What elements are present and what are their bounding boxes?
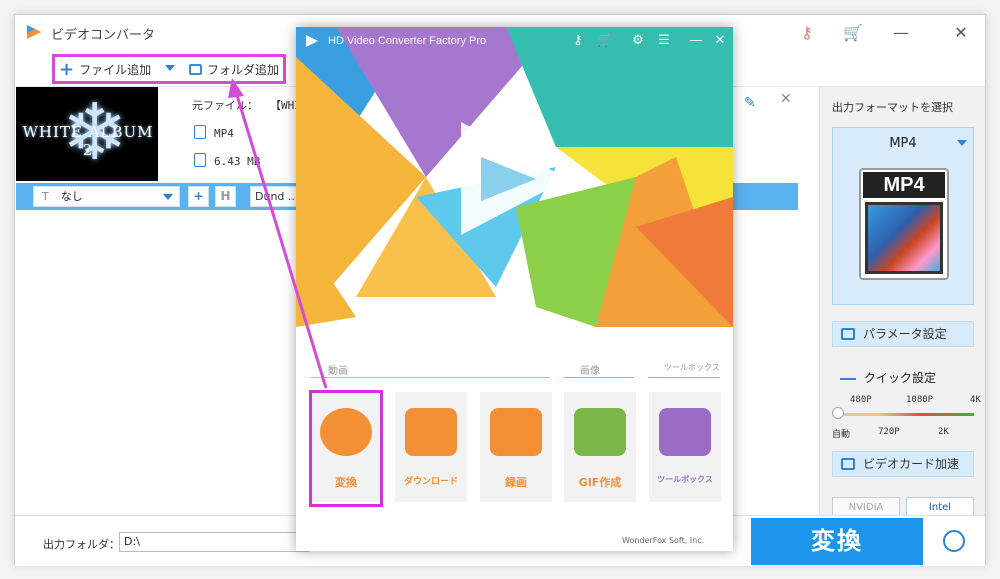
quick-settings-title: クイック設定 bbox=[840, 369, 936, 386]
slider-mini-icon bbox=[840, 377, 856, 380]
tile-gif[interactable]: GIF作成 bbox=[564, 392, 636, 502]
tile-record[interactable]: 録画 bbox=[480, 392, 552, 502]
res-1080p: 1080P bbox=[906, 395, 934, 405]
folder-size-icon bbox=[194, 153, 206, 167]
format-select-title: 出力フォーマットを選択 bbox=[832, 101, 953, 114]
add-folder-button[interactable]: フォルダ追加 bbox=[189, 61, 279, 78]
toolbox-icon bbox=[659, 408, 711, 456]
key-icon[interactable]: ⚷ bbox=[795, 21, 819, 45]
output-folder-label: 出力フォルダ： bbox=[43, 538, 120, 551]
res-2k: 2K bbox=[938, 427, 949, 437]
minimize-icon[interactable]: — bbox=[688, 33, 704, 48]
res-auto: 自動 bbox=[832, 430, 851, 440]
sliders-icon bbox=[841, 328, 855, 340]
key-icon[interactable]: ⚷ bbox=[570, 33, 586, 48]
popup-logo-icon bbox=[306, 35, 318, 47]
menu-icon[interactable]: ☰ bbox=[656, 33, 672, 48]
mp4-format-icon: MP4 bbox=[859, 168, 949, 280]
section-video-line bbox=[310, 377, 550, 378]
quality-slider-handle[interactable] bbox=[832, 407, 844, 419]
output-panel: 出力フォーマットを選択 MP4 MP4 パラメータ設定 クイック設定 480P … bbox=[819, 87, 985, 519]
monitor-icon bbox=[490, 408, 542, 456]
tile-record-label: 録画 bbox=[505, 476, 527, 489]
section-image: 画像 bbox=[580, 366, 600, 377]
quick-settings-label: クイック設定 bbox=[864, 371, 937, 385]
add-subtitle-button[interactable]: + bbox=[188, 186, 209, 207]
format-card[interactable]: MP4 MP4 bbox=[832, 127, 974, 305]
tile-toolbox[interactable]: ツールボックス bbox=[649, 392, 721, 502]
popup-launcher-window: HD Video Converter Factory Pro ⚷ 🛒 ⚙ ☰ —… bbox=[296, 27, 733, 551]
add-file-label: ファイル追加 bbox=[79, 63, 152, 77]
parameter-settings-button[interactable]: パラメータ設定 bbox=[832, 321, 974, 347]
edit-icon[interactable]: ✎ bbox=[744, 95, 756, 111]
popup-banner bbox=[296, 27, 733, 332]
hdr-button[interactable]: H bbox=[215, 186, 236, 207]
subtitle-select[interactable]: T なし bbox=[33, 186, 180, 207]
res-720p: 720P bbox=[878, 427, 900, 437]
section-video: 動画 bbox=[328, 366, 348, 377]
cart-icon[interactable]: 🛒 bbox=[596, 33, 612, 48]
subtitle-icon: T bbox=[42, 190, 49, 203]
convert-highlight-frame bbox=[309, 390, 383, 507]
section-toolbox: ツールボックス bbox=[664, 363, 720, 372]
popup-footer: WonderFox Soft, Inc. bbox=[622, 536, 705, 545]
add-folder-label: フォルダ追加 bbox=[207, 63, 280, 77]
remove-file-icon[interactable]: ✕ bbox=[780, 91, 792, 107]
res-4k: 4K bbox=[970, 395, 981, 405]
close-icon[interactable]: ✕ bbox=[712, 33, 728, 48]
section-image-line bbox=[564, 377, 634, 378]
folder-icon bbox=[189, 64, 202, 75]
convert-button[interactable]: 変換 bbox=[751, 518, 923, 565]
plus-icon: + bbox=[59, 58, 75, 80]
tile-gif-label: GIF作成 bbox=[578, 476, 622, 489]
section-toolbox-line bbox=[648, 377, 720, 378]
balloon-picture bbox=[865, 202, 943, 274]
parameter-settings-label: パラメータ設定 bbox=[863, 327, 947, 341]
tile-download[interactable]: ダウンロード bbox=[395, 392, 467, 502]
chevron-down-icon bbox=[957, 140, 967, 146]
download-icon bbox=[405, 408, 457, 456]
video-format-icon bbox=[194, 125, 206, 139]
res-480p: 480P bbox=[850, 395, 872, 405]
format-name: MP4 bbox=[889, 136, 917, 151]
quality-slider[interactable] bbox=[838, 413, 974, 416]
file-format: MP4 bbox=[214, 127, 234, 140]
add-file-dropdown-icon[interactable] bbox=[165, 65, 175, 71]
gpu-accel-label: ビデオカード加速 bbox=[863, 457, 960, 471]
close-button[interactable]: ✕ bbox=[943, 19, 979, 47]
minimize-button[interactable]: — bbox=[883, 19, 919, 47]
output-folder-input[interactable]: D:\ bbox=[119, 532, 309, 552]
add-file-button[interactable]: + ファイル追加 bbox=[59, 58, 152, 80]
source-label: 元ファイル： bbox=[192, 99, 258, 112]
subtitle-value: なし bbox=[60, 190, 83, 203]
file-size: 6.43 MB bbox=[214, 155, 261, 168]
tile-toolbox-label: ツールボックス bbox=[657, 475, 713, 484]
cart-icon[interactable]: 🛒 bbox=[841, 21, 865, 45]
popup-title: HD Video Converter Factory Pro bbox=[328, 35, 487, 47]
gear-icon[interactable]: ⚙ bbox=[630, 33, 646, 48]
tile-download-label: ダウンロード bbox=[403, 477, 458, 487]
app-title: ビデオコンバータ bbox=[51, 28, 156, 43]
format-image-label: MP4 bbox=[863, 172, 945, 198]
thumbnail-title: WHITE ALBUM 2 bbox=[22, 123, 154, 159]
app-logo-icon bbox=[27, 25, 41, 39]
chevron-down-icon bbox=[163, 194, 173, 200]
gpu-accel-button[interactable]: ビデオカード加速 bbox=[832, 451, 974, 477]
image-icon bbox=[574, 408, 626, 456]
chip-icon bbox=[841, 458, 855, 470]
alarm-clock-icon[interactable] bbox=[943, 530, 965, 552]
video-thumbnail: ❄ WHITE ALBUM 2 bbox=[16, 87, 158, 181]
